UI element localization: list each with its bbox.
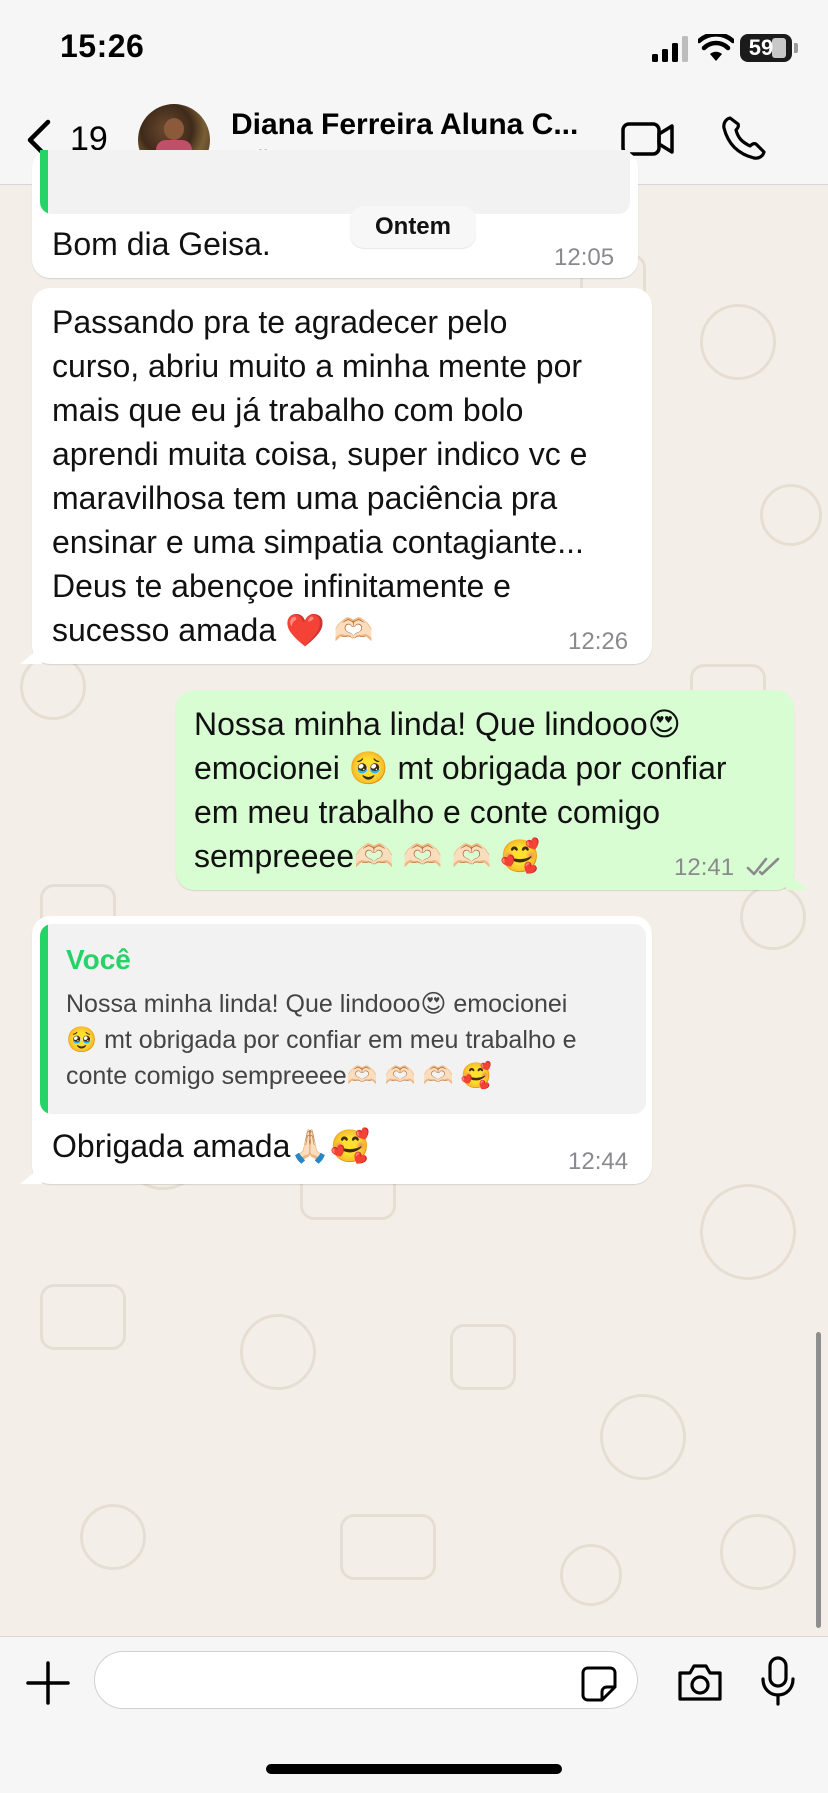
bubble-tail <box>20 1166 42 1184</box>
message-line: sempreeee🫶🏻 🫶🏻 🫶🏻 🥰 <box>194 838 541 874</box>
message-line: sucesso amada ❤️ 🫶🏻 <box>52 612 374 648</box>
message-bubble-outgoing[interactable]: Nossa minha linda! Que lindooo😍 emocione… <box>176 690 794 890</box>
message-time: 12:44 <box>568 1148 629 1175</box>
home-indicator[interactable] <box>266 1764 562 1774</box>
message-text: Bom dia Geisa. <box>52 226 271 262</box>
message-line: emocionei 🥹 mt obrigada por confiar <box>194 750 727 786</box>
message-bubble-incoming[interactable]: Bom dia Geisa. 12:05 <box>32 150 638 278</box>
quoted-message[interactable]: Você Nossa minha linda! Que lindooo😍 emo… <box>40 924 646 1114</box>
message-text: Obrigada amada🙏🏻🥰 <box>52 1128 371 1164</box>
message-line: Nossa minha linda! Que lindooo😍 <box>194 706 681 742</box>
message-line: maravilhosa tem uma paciência pra <box>52 480 558 516</box>
quote-accent-bar <box>40 924 48 1114</box>
message-line: aprendi muita coisa, super indico vc e <box>52 436 588 472</box>
message-text: Passando pra te agradecer pelo curso, ab… <box>52 300 587 652</box>
quote-author: Você <box>66 944 131 975</box>
date-separator: Ontem <box>350 206 476 248</box>
message-line: ensinar e uma simpatia contagiante... <box>52 524 584 560</box>
battery-icon: 59 <box>740 34 792 62</box>
read-receipt-icon <box>746 857 780 876</box>
quote-line: Nossa minha linda! Que lindooo😍 emocione… <box>66 990 568 1018</box>
battery-level: 59 <box>748 35 774 60</box>
contact-name[interactable]: Diana Ferreira Aluna C... <box>231 108 578 142</box>
scroll-indicator[interactable] <box>816 1332 821 1628</box>
message-bubble-incoming[interactable]: Passando pra te agradecer pelo curso, ab… <box>32 288 652 664</box>
cellular-signal-icon <box>652 36 688 62</box>
camera-icon[interactable] <box>676 1661 724 1703</box>
message-line: Deus te abençoe infinitamente e <box>52 568 511 604</box>
voice-call-icon[interactable] <box>720 114 766 162</box>
message-line: curso, abriu muito a minha mente por <box>52 348 583 384</box>
message-time: 12:41 <box>674 854 735 881</box>
bubble-tail <box>786 872 808 890</box>
message-line: em meu trabalho e conte comigo <box>194 794 661 830</box>
microphone-icon[interactable] <box>758 1655 798 1707</box>
bubble-tail <box>20 646 42 664</box>
quote-text: Nossa minha linda! Que lindooo😍 emocione… <box>66 986 636 1094</box>
status-time: 15:26 <box>60 28 145 64</box>
message-input[interactable] <box>94 1651 638 1709</box>
message-line: Passando pra te agradecer pelo <box>52 304 508 340</box>
quote-line: conte comigo sempreeee🫶🏻 🫶🏻 🫶🏻 🥰 <box>66 1062 493 1090</box>
wifi-icon <box>698 34 734 61</box>
quote-line: 🥹 mt obrigada por confiar em meu trabalh… <box>66 1026 577 1054</box>
plus-icon[interactable] <box>26 1661 70 1705</box>
message-line: mais que eu já trabalho com bolo <box>52 392 524 428</box>
sticker-icon[interactable] <box>580 1665 618 1703</box>
status-bar: 15:26 59 <box>0 0 828 96</box>
message-time: 12:05 <box>554 244 615 271</box>
message-time: 12:26 <box>568 628 629 655</box>
message-text: Nossa minha linda! Que lindooo😍 emocione… <box>194 702 727 878</box>
